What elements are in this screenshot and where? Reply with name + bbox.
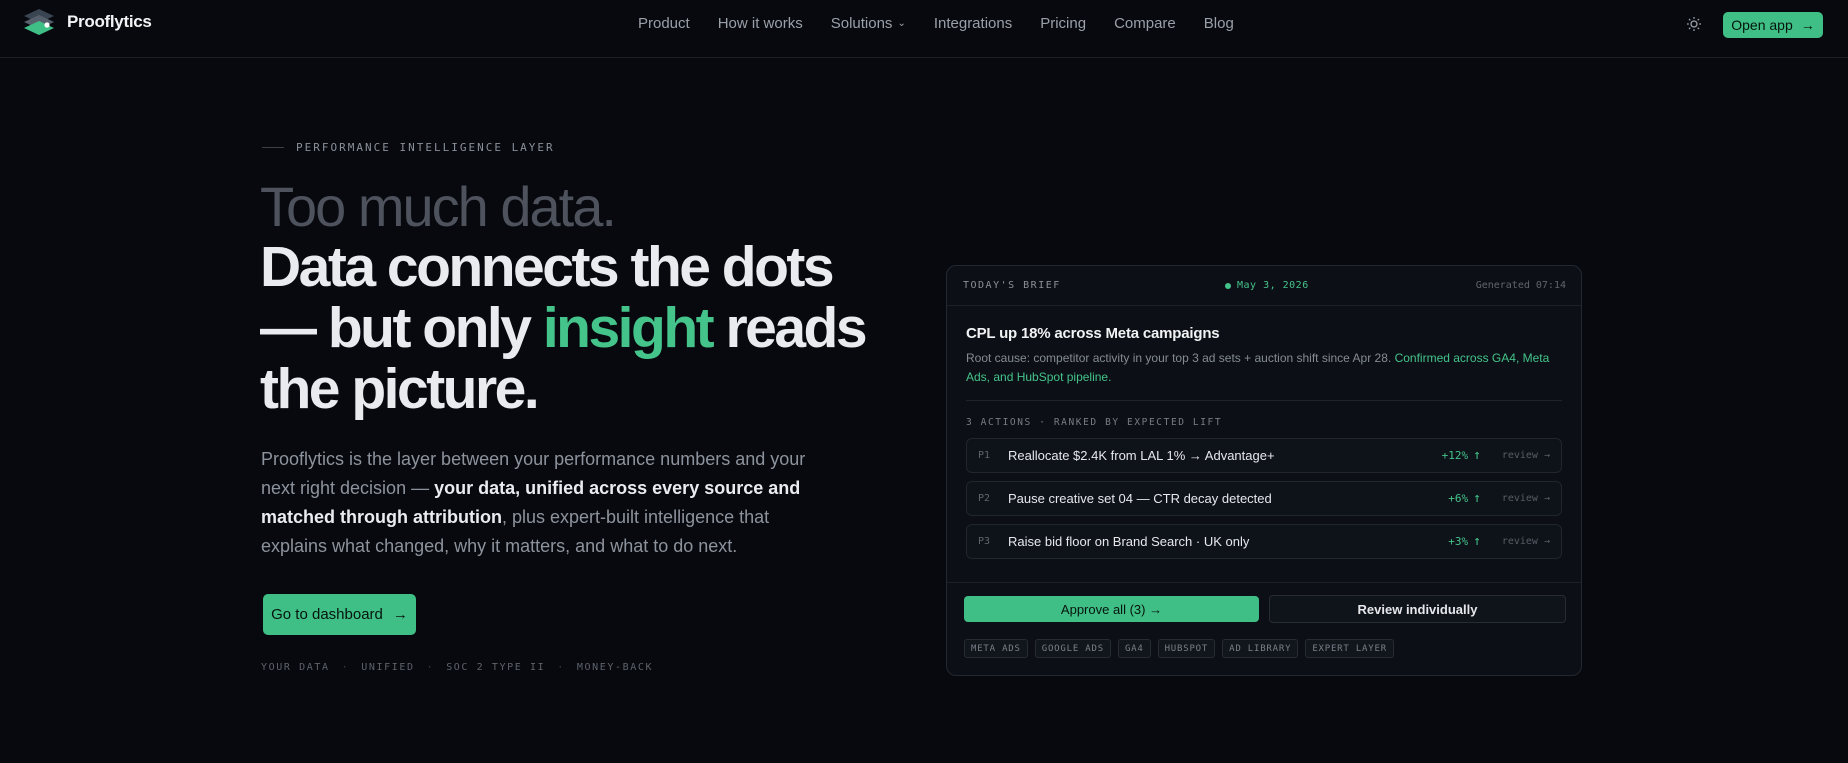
lift-value: +3% bbox=[1448, 535, 1469, 548]
approve-all-button[interactable]: Approve all (3) → bbox=[964, 596, 1259, 622]
eyebrow-rule bbox=[262, 147, 284, 148]
headline-line-2: — but only insight reads bbox=[260, 298, 900, 359]
trust-item: SOC 2 TYPE II bbox=[446, 662, 546, 673]
nav-link-blog[interactable]: Blog bbox=[1204, 15, 1234, 32]
headline-accent: insight bbox=[542, 296, 715, 360]
trust-item: MONEY-BACK bbox=[576, 662, 654, 673]
action-text: Reallocate $2.4K from LAL 1% → Advantage… bbox=[1008, 448, 1275, 463]
insight-title: CPL up 18% across Meta campaigns bbox=[966, 325, 1220, 342]
insight-description: Root cause: competitor activity in your … bbox=[966, 349, 1556, 387]
review-individually-button[interactable]: Review individually bbox=[1269, 595, 1566, 623]
review-individually-label: Review individually bbox=[1357, 601, 1478, 617]
nav-link-label: Pricing bbox=[1040, 15, 1087, 32]
open-app-button[interactable]: Open app → bbox=[1723, 12, 1823, 38]
cta-label: Go to dashboard bbox=[271, 606, 383, 623]
separator-dot: · bbox=[426, 662, 435, 673]
nav-link-compare[interactable]: Compare bbox=[1114, 15, 1176, 32]
source-chip: EXPERT LAYER bbox=[1305, 639, 1394, 658]
source-chip: AD LIBRARY bbox=[1222, 639, 1299, 658]
go-to-dashboard-button[interactable]: Go to dashboard → bbox=[263, 594, 416, 635]
nav-link-label: Integrations bbox=[933, 15, 1013, 32]
brief-date: May 3, 2026 bbox=[1225, 280, 1309, 291]
brand-logo[interactable]: Prooflytics bbox=[21, 7, 152, 37]
nav-link-integrations[interactable]: Integrations bbox=[934, 15, 1012, 32]
separator-dot: · bbox=[341, 662, 350, 673]
source-chip: HUBSPOT bbox=[1157, 639, 1216, 658]
hero-lede: Prooflytics is the layer between your pe… bbox=[261, 445, 831, 561]
action-lift: +6% ↑ bbox=[1448, 491, 1481, 506]
review-link[interactable]: review → bbox=[1502, 536, 1550, 547]
trust-item: YOUR DATA bbox=[261, 662, 330, 673]
actions-label: 3 ACTIONS · RANKED BY EXPECTED LIFT bbox=[966, 417, 1223, 428]
nav-link-label: Compare bbox=[1114, 15, 1176, 32]
arrow-up-icon: ↑ bbox=[1473, 448, 1481, 463]
separator-dot: · bbox=[557, 662, 565, 673]
top-nav: Prooflytics Product How it works Solutio… bbox=[0, 0, 1848, 58]
brief-generated-time: Generated 07:14 bbox=[1475, 280, 1566, 291]
chevron-down-icon: ⌄ bbox=[897, 18, 906, 29]
divider bbox=[947, 582, 1581, 583]
action-row-p3[interactable]: P3 Raise bid floor on Brand Search · UK … bbox=[966, 524, 1562, 559]
headline-muted: Too much data. bbox=[260, 175, 617, 238]
source-chip: GA4 bbox=[1117, 639, 1151, 658]
nav-link-solutions[interactable]: Solutions ⌄ bbox=[831, 15, 906, 32]
nav-link-label: How it works bbox=[717, 15, 803, 32]
hero-headline: Too much data. Data connects the dots — … bbox=[260, 176, 900, 420]
brief-date-text: May 3, 2026 bbox=[1237, 280, 1309, 291]
sun-icon bbox=[1687, 17, 1701, 31]
arrow-right-icon: → bbox=[1800, 17, 1815, 33]
action-priority: P2 bbox=[978, 493, 991, 504]
arrow-right-icon: → bbox=[392, 606, 408, 623]
nav-link-label: Product bbox=[638, 15, 690, 32]
trust-strip: YOUR DATA · UNIFIED · SOC 2 TYPE II · MO… bbox=[261, 662, 653, 673]
todays-brief-card: TODAY'S BRIEF May 3, 2026 Generated 07:1… bbox=[946, 265, 1582, 676]
headline-line-3: the picture. bbox=[260, 357, 540, 421]
nav-link-pricing[interactable]: Pricing bbox=[1040, 15, 1086, 32]
action-row-p2[interactable]: P2 Pause creative set 04 — CTR decay det… bbox=[966, 481, 1562, 516]
hero-eyebrow: PERFORMANCE INTELLIGENCE LAYER bbox=[262, 141, 555, 154]
theme-toggle-button[interactable] bbox=[1684, 14, 1704, 34]
source-chip: GOOGLE ADS bbox=[1034, 639, 1111, 658]
headline-part: reads bbox=[712, 296, 867, 360]
brand-name: Prooflytics bbox=[67, 12, 152, 31]
nav-link-product[interactable]: Product bbox=[638, 15, 690, 32]
arrow-up-icon: ↑ bbox=[1473, 491, 1481, 506]
nav-link-label: Blog bbox=[1203, 15, 1234, 32]
eyebrow-text: PERFORMANCE INTELLIGENCE LAYER bbox=[296, 141, 555, 154]
arrow-up-icon: ↑ bbox=[1473, 534, 1481, 549]
action-lift: +12% ↑ bbox=[1442, 448, 1481, 463]
action-priority: P1 bbox=[978, 450, 991, 461]
approve-label: Approve all (3) → bbox=[1060, 601, 1163, 617]
review-link[interactable]: review → bbox=[1502, 450, 1550, 461]
brief-label: TODAY'S BRIEF bbox=[963, 280, 1061, 291]
headline-part: — but only bbox=[260, 296, 543, 360]
status-dot-icon bbox=[1225, 282, 1231, 289]
open-app-label: Open app bbox=[1731, 17, 1793, 33]
action-text: Pause creative set 04 — CTR decay detect… bbox=[1008, 491, 1272, 506]
trust-item: UNIFIED bbox=[361, 662, 415, 673]
layers-logo-icon bbox=[24, 9, 54, 35]
source-chips: META ADS GOOGLE ADS GA4 HUBSPOT AD LIBRA… bbox=[964, 639, 1394, 658]
insight-desc-text: Root cause: competitor activity in your … bbox=[966, 351, 1395, 365]
review-link[interactable]: review → bbox=[1502, 493, 1550, 504]
action-priority: P3 bbox=[978, 536, 991, 547]
nav-link-how-it-works[interactable]: How it works bbox=[718, 15, 803, 32]
source-chip: META ADS bbox=[964, 639, 1028, 658]
nav-link-label: Solutions bbox=[830, 15, 893, 32]
action-row-p1[interactable]: P1 Reallocate $2.4K from LAL 1% → Advant… bbox=[966, 438, 1562, 473]
divider bbox=[966, 400, 1562, 401]
lift-value: +6% bbox=[1448, 492, 1469, 505]
brief-header: TODAY'S BRIEF May 3, 2026 Generated 07:1… bbox=[947, 266, 1581, 306]
nav-links: Product How it works Solutions ⌄ Integrat… bbox=[638, 15, 1262, 32]
headline-line-1: Data connects the dots bbox=[260, 235, 835, 299]
lift-value: +12% bbox=[1441, 449, 1469, 462]
action-lift: +3% ↑ bbox=[1448, 534, 1481, 549]
action-text: Raise bid floor on Brand Search · UK onl… bbox=[1008, 534, 1250, 549]
